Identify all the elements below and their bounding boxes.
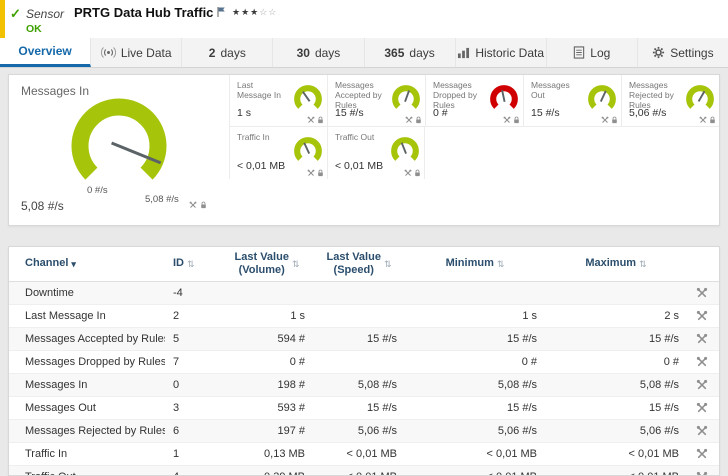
- gauge-cell-traffic-out: Traffic Out < 0,01 MB: [327, 127, 425, 179]
- tab-live-data[interactable]: Live Data: [91, 38, 182, 67]
- channel-settings-wrench-icon[interactable]: [696, 448, 708, 460]
- gauge-cell-traffic-in: Traffic In < 0,01 MB: [229, 127, 327, 179]
- wrench-icon[interactable]: [307, 116, 315, 124]
- gauge-cell-messages-out: Messages Out 15 #/s: [523, 75, 621, 127]
- priority-stars[interactable]: ★★★☆☆: [232, 7, 277, 18]
- channel-settings-wrench-icon[interactable]: [696, 471, 708, 476]
- column-header-channel[interactable]: Channel ▾: [9, 257, 165, 270]
- object-type-label: Sensor: [26, 7, 64, 21]
- gauge: [389, 135, 421, 167]
- gauge-max-label: 5,08 #/s: [145, 194, 179, 205]
- tab-bar: Overview Live Data 2days 30days 365days …: [0, 38, 728, 68]
- flag-icon[interactable]: [216, 5, 226, 23]
- table-row-messages-in[interactable]: Messages In 0 198 # 5,08 #/s 5,08 #/s 5,…: [9, 374, 719, 397]
- sort-icon: ⇅: [639, 259, 647, 270]
- wrench-icon[interactable]: [405, 116, 413, 124]
- sort-desc-icon: ▾: [71, 259, 76, 270]
- gauge-cell-last-message-in: Last Message In 1 s: [229, 75, 327, 127]
- sort-icon: ⇅: [497, 259, 505, 270]
- sort-icon: ⇅: [187, 259, 195, 270]
- gauge: [586, 83, 618, 115]
- table-body: Downtime -4 Last Message In 2 1 s 1 s 2 …: [9, 282, 719, 476]
- gauge: [488, 83, 520, 115]
- tab-log[interactable]: Log: [547, 38, 638, 67]
- gear-icon: [652, 46, 665, 59]
- table-row-messages-accepted[interactable]: Messages Accepted by Rules 5 594 # 15 #/…: [9, 328, 719, 351]
- tab-365-days[interactable]: 365days: [365, 38, 456, 67]
- channel-settings-wrench-icon[interactable]: [696, 287, 708, 299]
- brand-stripe: [0, 0, 5, 38]
- channel-settings-wrench-icon[interactable]: [696, 402, 708, 414]
- table-row-traffic-out[interactable]: Traffic Out 4 0,39 MB < 0,01 MB < 0,01 M…: [9, 466, 719, 476]
- gauges-panel: Messages In 0 #/s 5,08 #/s 5,08 #/s Last…: [8, 74, 720, 226]
- lock-icon: [709, 116, 716, 124]
- gauge: [292, 135, 324, 167]
- column-header-maximum[interactable]: Maximum ⇅: [545, 257, 687, 270]
- table-row-messages-out[interactable]: Messages Out 3 593 # 15 #/s 15 #/s 15 #/…: [9, 397, 719, 420]
- table-row-last-message-in[interactable]: Last Message In 2 1 s 1 s 2 s: [9, 305, 719, 328]
- page-title: PRTG Data Hub Traffic: [74, 5, 213, 20]
- gauge-cell-messages-accepted: Messages Accepted by Rules 15 #/s: [327, 75, 425, 127]
- channel-settings-wrench-icon[interactable]: [696, 356, 708, 368]
- sort-icon: ⇅: [292, 259, 300, 270]
- gauge-cell-messages-rejected: Messages Rejected by Rules 5,06 #/s: [621, 75, 719, 127]
- tab-overview[interactable]: Overview: [0, 38, 91, 67]
- lock-icon: [414, 169, 421, 177]
- column-header-id[interactable]: ID ⇅: [165, 257, 221, 270]
- main-gauge-value: 5,08 #/s: [21, 199, 64, 213]
- gauge-cell-messages-dropped: Messages Dropped by Rules 0 #: [425, 75, 523, 127]
- gauge: [292, 83, 324, 115]
- tab-historic-data[interactable]: Historic Data: [456, 38, 547, 67]
- wrench-icon[interactable]: [699, 116, 707, 124]
- channel-settings-wrench-icon[interactable]: [696, 310, 708, 322]
- table-row-messages-rejected[interactable]: Messages Rejected by Rules 6 197 # 5,06 …: [9, 420, 719, 443]
- messages-in-gauge: [61, 88, 177, 204]
- lock-icon: [317, 116, 324, 124]
- mini-gauge-grid: Last Message In 1 s Messages Accepted by…: [229, 75, 719, 225]
- gauge: [684, 83, 716, 115]
- column-header-minimum[interactable]: Minimum ⇅: [405, 257, 545, 270]
- main-gauge-cell: Messages In 0 #/s 5,08 #/s 5,08 #/s: [9, 75, 229, 225]
- wrench-icon[interactable]: [189, 201, 197, 209]
- column-header-last-value-volume[interactable]: Last Value(Volume) ⇅: [221, 251, 313, 277]
- channel-settings-wrench-icon[interactable]: [696, 379, 708, 391]
- channel-settings-wrench-icon[interactable]: [696, 333, 708, 345]
- tab-30-days[interactable]: 30days: [273, 38, 364, 67]
- gauge: [390, 83, 422, 115]
- wrench-icon[interactable]: [503, 116, 511, 124]
- lock-icon: [200, 201, 207, 209]
- lock-icon: [415, 116, 422, 124]
- tab-settings[interactable]: Settings: [638, 38, 728, 67]
- wrench-icon[interactable]: [601, 116, 609, 124]
- status-ok-icon: ✓: [10, 6, 21, 22]
- sensor-header: ✓ Sensor PRTG Data Hub Traffic ★★★☆☆ OK: [0, 0, 728, 38]
- historic-data-icon: [457, 47, 470, 59]
- lock-icon: [513, 116, 520, 124]
- lock-icon: [611, 116, 618, 124]
- wrench-icon[interactable]: [307, 169, 315, 177]
- table-row-messages-dropped[interactable]: Messages Dropped by Rules 7 0 # 0 # 0 #: [9, 351, 719, 374]
- sort-icon: ⇅: [384, 259, 392, 270]
- tab-2-days[interactable]: 2days: [182, 38, 273, 67]
- log-icon: [573, 46, 585, 59]
- channels-table: Channel ▾ ID ⇅ Last Value(Volume) ⇅ Last…: [8, 246, 720, 476]
- table-header-row: Channel ▾ ID ⇅ Last Value(Volume) ⇅ Last…: [9, 247, 719, 282]
- wrench-icon[interactable]: [404, 169, 412, 177]
- live-data-icon: [101, 46, 116, 59]
- lock-icon: [317, 169, 324, 177]
- table-row-downtime[interactable]: Downtime -4: [9, 282, 719, 305]
- channel-settings-wrench-icon[interactable]: [696, 425, 708, 437]
- table-row-traffic-in[interactable]: Traffic In 1 0,13 MB < 0,01 MB < 0,01 MB…: [9, 443, 719, 466]
- column-header-last-value-speed[interactable]: Last Value(Speed) ⇅: [313, 251, 405, 277]
- status-badge: OK: [26, 23, 42, 35]
- gauge-min-label: 0 #/s: [87, 185, 108, 196]
